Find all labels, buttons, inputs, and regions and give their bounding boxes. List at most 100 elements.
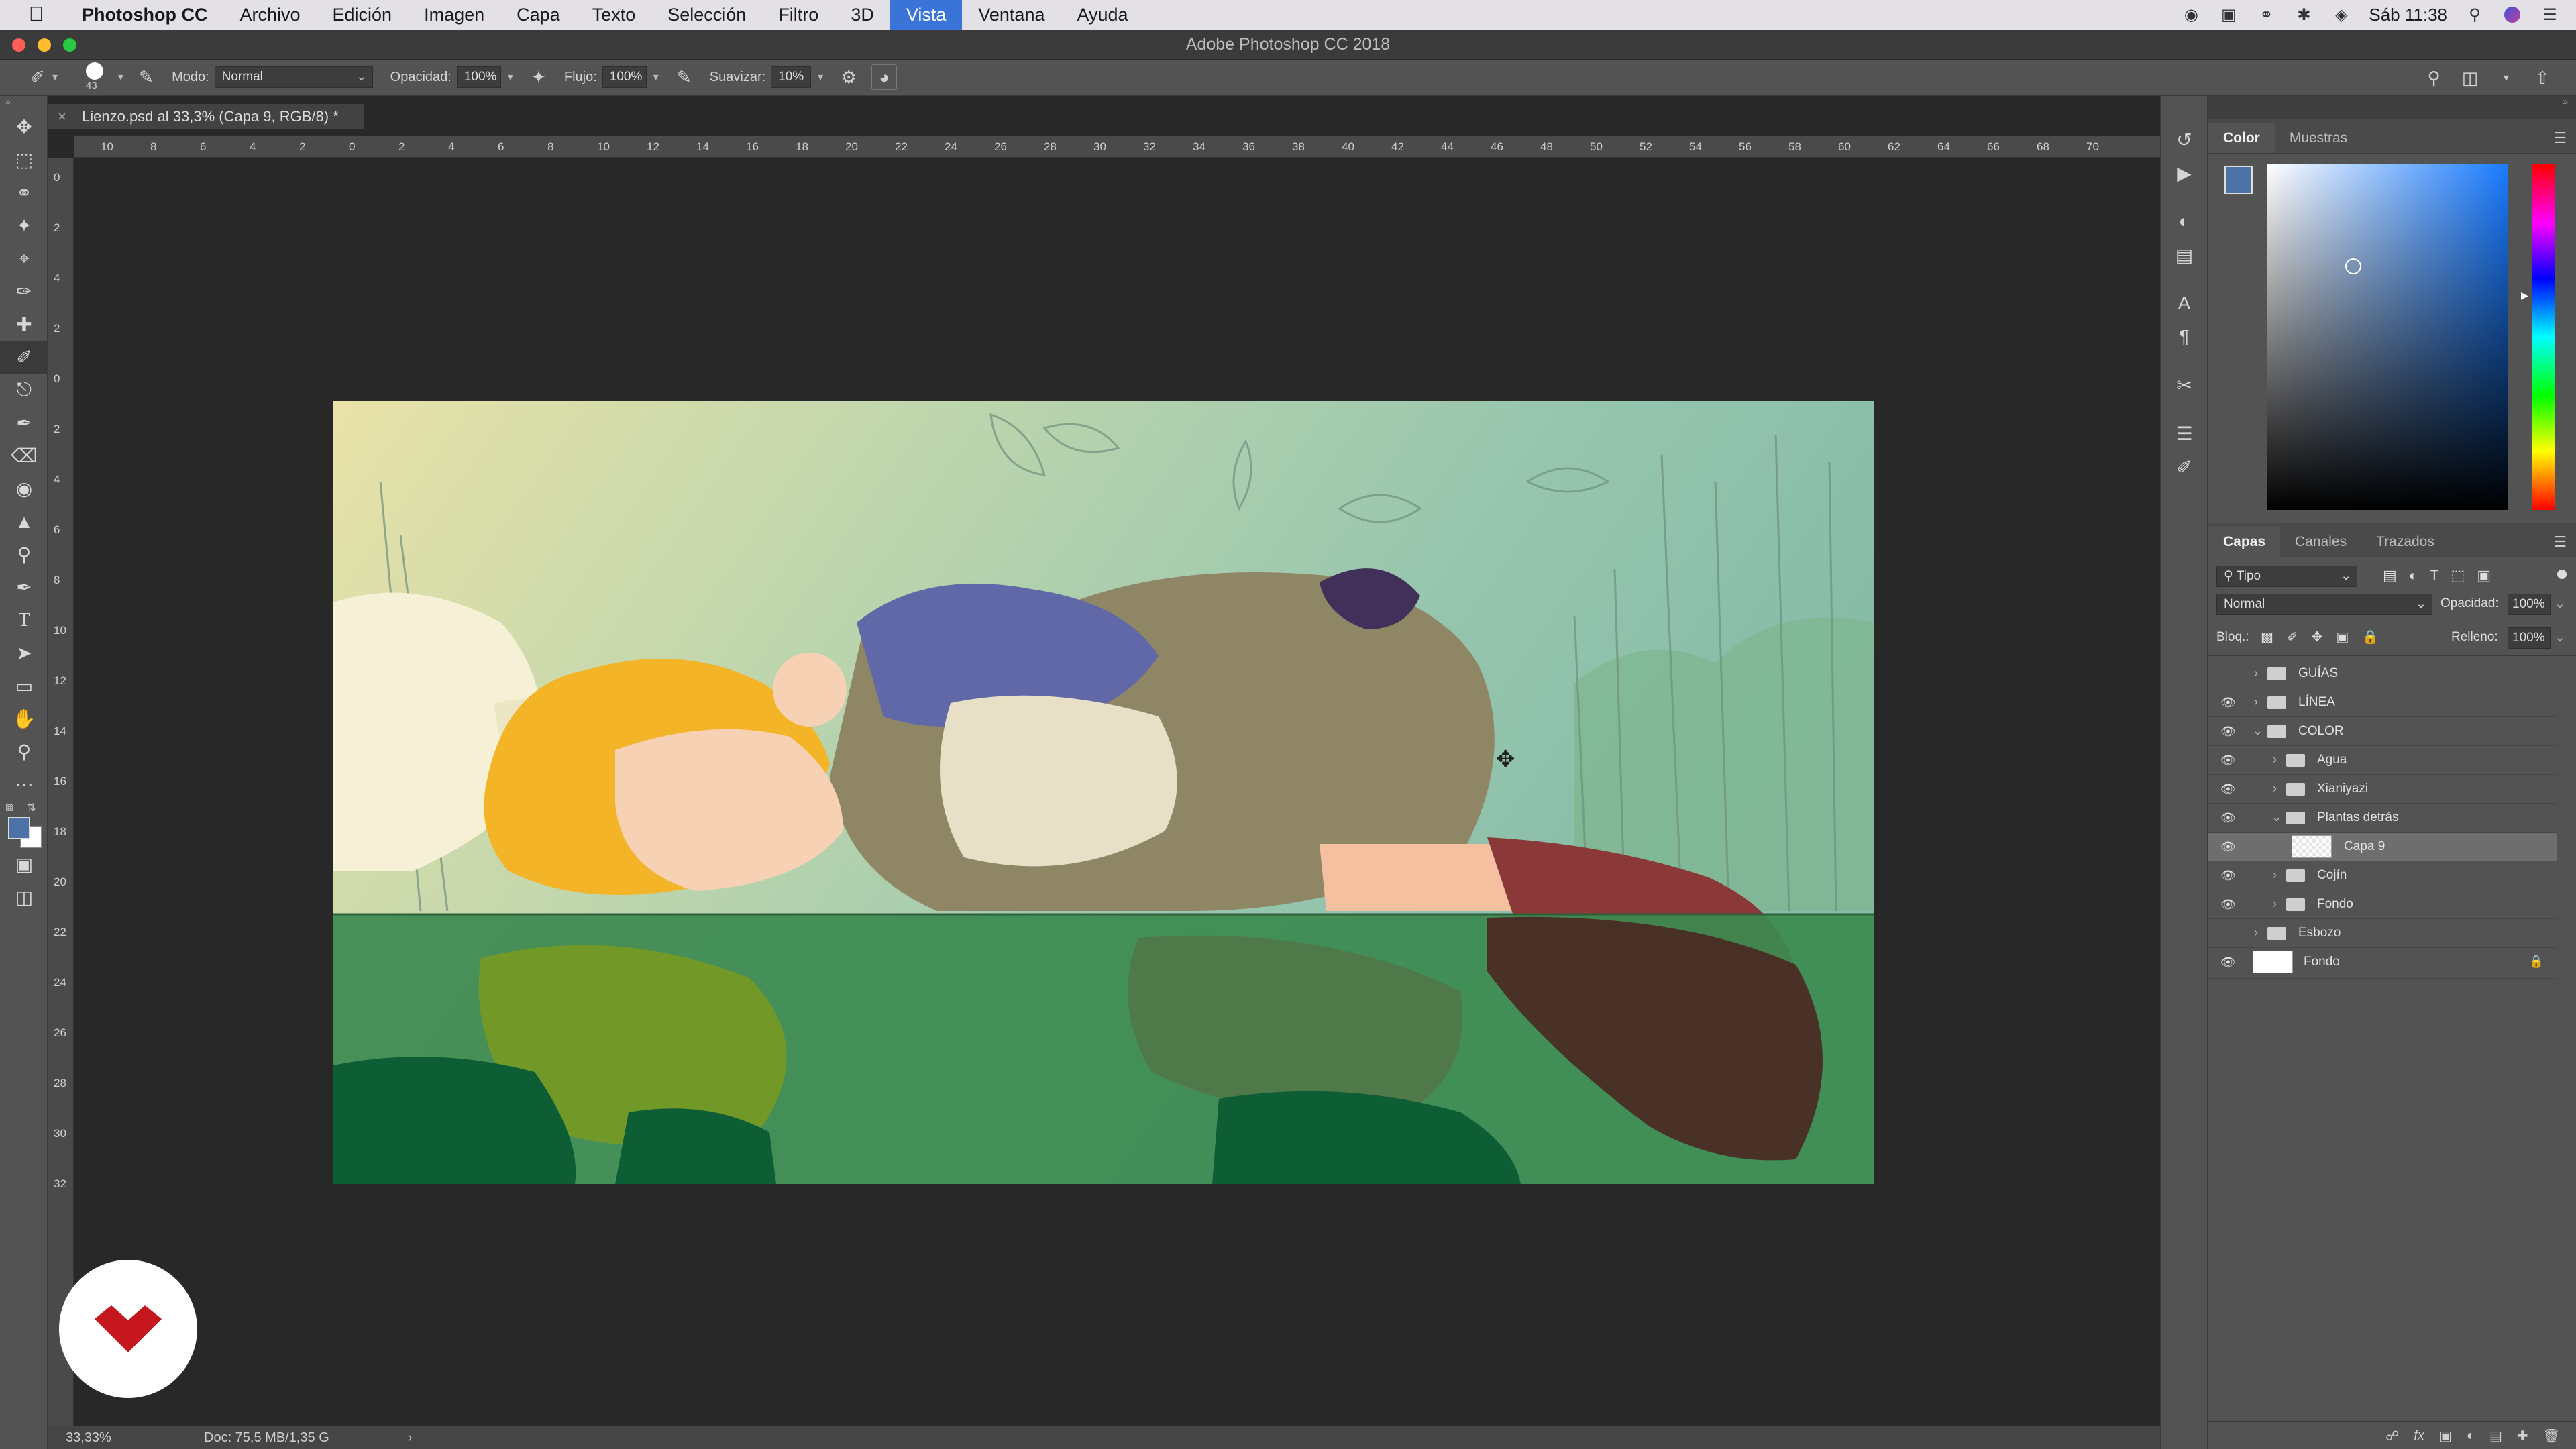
eyedropper-icon[interactable]: ✑ [0,275,48,308]
lock-icon[interactable]: 🔒 [2529,955,2544,969]
type-filter-icon[interactable]: T [2430,567,2438,584]
horizontal-ruler[interactable]: 10 8 6 4 2 0 2 4 6 8 10 12 14 16 18 20 22 24 26 28 30 32 34 36 3… [74,136,2160,158]
tab-muestras[interactable]: Muestras [2275,123,2362,153]
collapse-caret-icon[interactable]: ⌄ [2271,810,2282,824]
layer-row-color[interactable]: 👁 ⌄ COLOR [2208,717,2557,746]
crop-icon[interactable]: ⌖ [0,242,48,275]
chevron-down-icon[interactable]: ▾ [818,70,823,84]
eye-icon[interactable]: 👁 [2220,840,2238,853]
add-mask-icon[interactable]: ▣ [2439,1428,2452,1444]
move-tool-icon[interactable]: ✥ [0,111,48,144]
chevron-down-icon[interactable]: ⌄ [2555,596,2565,612]
new-group-icon[interactable]: ▤ [2489,1428,2502,1444]
siri-icon[interactable] [2502,5,2522,25]
tool-presets-icon[interactable]: ✂ [2161,368,2207,402]
brush-tool-icon[interactable]: ✐ [0,341,48,374]
clone-stamp-icon[interactable]: ⎋ [0,374,48,407]
search-icon[interactable]: ⚲ [2420,64,2447,91]
new-layer-icon[interactable]: ✚ [2517,1428,2528,1444]
menu-3d[interactable]: 3D [835,0,890,30]
magic-wand-icon[interactable]: ✦ [0,209,48,242]
lock-all-icon[interactable]: 🔒 [2362,629,2379,645]
layer-row-cojin[interactable]: 👁 › Cojín [2208,861,2557,890]
layer-row-guias[interactable]: › GUÍAS [2208,659,2557,688]
chevron-down-icon[interactable]: ⌄ [2555,630,2565,645]
menu-imagen[interactable]: Imagen [408,0,500,30]
dodge-icon[interactable]: ⚲ [0,538,48,571]
menu-archivo[interactable]: Archivo [223,0,316,30]
layer-filter-select[interactable]: ⚲ Tipo ⌄ [2216,566,2357,587]
swap-colors-icon[interactable]: ⇅ [27,801,36,814]
mode-select[interactable]: Normal ⌄ [214,66,373,88]
eye-icon[interactable]: 👁 [2220,782,2238,796]
expand-caret-icon[interactable]: › [2273,897,2277,911]
adjustments-panel-icon[interactable]: ◐ [2161,205,2207,238]
layer-row-esbozo[interactable]: › Esbozo [2208,919,2557,948]
blur-icon[interactable]: ▲ [0,505,48,538]
eye-icon[interactable]: 👁 [2220,811,2238,824]
paint-bucket-icon[interactable]: ◉ [0,472,48,505]
fill-input[interactable]: 100% [2508,627,2551,649]
adjustment-layer-icon[interactable]: ◐ [2467,1428,2475,1444]
hue-slider-handle-icon[interactable]: ▶ [2521,290,2528,301]
layer-row-capa-9[interactable]: 👁 Capa 9 [2208,833,2557,861]
rectangle-shape-icon[interactable]: ▭ [0,669,48,702]
eye-icon[interactable]: 👁 [2220,724,2238,738]
default-colors-icon[interactable]: ▩ [5,801,14,812]
quick-mask-icon[interactable]: ▣ [0,848,48,881]
menu-capa[interactable]: Capa [500,0,576,30]
expand-caret-icon[interactable]: › [2254,666,2258,680]
shape-filter-icon[interactable]: ⬚ [2451,567,2465,584]
eye-icon[interactable]: 👁 [2220,753,2238,767]
layer-row-agua[interactable]: 👁 › Agua [2208,746,2557,775]
document-tab[interactable]: × Lienzo.psd al 33,3% (Capa 9, RGB/8) * [48,104,364,129]
zoom-tool-icon[interactable]: ⚲ [0,735,48,768]
wifi-icon[interactable]: ◈ [2331,5,2351,25]
hand-icon[interactable]: ✋ [0,702,48,735]
layer-row-plantas-detras[interactable]: 👁 ⌄ Plantas detrás [2208,804,2557,833]
lock-transparent-icon[interactable]: ▩ [2261,629,2273,645]
smoothing-input[interactable]: 10% [771,66,812,88]
expand-caret-icon[interactable]: › [2254,926,2258,940]
tab-trazados[interactable]: Trazados [2361,527,2449,557]
layer-row-fondo-group[interactable]: 👁 › Fondo [2208,890,2557,919]
type-tool-icon[interactable]: T [0,604,48,637]
share-icon[interactable]: ⇧ [2529,64,2556,91]
tab-color[interactable]: Color [2208,123,2275,153]
history-brush-icon[interactable]: ✒ [0,407,48,439]
bluetooth-icon[interactable]: ✱ [2294,5,2314,25]
chevron-down-icon[interactable]: ▾ [2493,64,2520,91]
expand-caret-icon[interactable]: › [2273,868,2277,882]
rectangular-marquee-icon[interactable]: ⬚ [0,144,48,176]
brush-size-picker[interactable]: 43 [78,59,111,95]
blend-mode-select[interactable]: Normal ⌄ [2216,594,2432,615]
chevron-down-icon[interactable]: ▾ [508,70,513,84]
collapse-toolbar-icon[interactable]: » [0,96,47,111]
panel-menu-icon[interactable]: ☰ [2553,123,2567,153]
healing-brush-icon[interactable]: ✚ [0,308,48,341]
notification-center-icon[interactable]: ☰ [2540,5,2560,25]
menu-edicion[interactable]: Edición [317,0,409,30]
pressure-size-icon[interactable]: ◕ [871,64,898,90]
document-canvas[interactable] [333,401,1874,1184]
minimize-window-icon[interactable] [38,38,51,52]
color-field[interactable] [2267,164,2508,510]
layer-row-fondo-background[interactable]: 👁 Fondo 🔒 [2208,948,2557,979]
eye-icon[interactable]: 👁 [2220,955,2238,969]
menu-ventana[interactable]: Ventana [962,0,1061,30]
layer-row-linea[interactable]: 👁 › LÍNEA [2208,688,2557,717]
layer-opacity-input[interactable]: 100% [2508,594,2551,615]
menubar-clock[interactable]: Sáb 11:38 [2369,5,2447,25]
apple-menu-icon[interactable]:  [23,3,50,26]
pressure-opacity-icon[interactable]: ✦ [525,64,552,91]
character-panel-icon[interactable]: A [2161,286,2207,320]
expand-caret-icon[interactable]: › [2273,753,2277,767]
foreground-color-swatch[interactable] [8,817,30,839]
panel-menu-icon[interactable]: ☰ [2553,527,2567,557]
color-picker-handle[interactable] [2345,258,2361,274]
zoom-level[interactable]: 33,33% [66,1426,111,1449]
expand-caret-icon[interactable]: › [2254,695,2258,709]
lock-artboard-icon[interactable]: ▣ [2336,629,2349,645]
pen-icon[interactable]: ✒ [0,571,48,604]
zoom-window-icon[interactable] [63,38,76,52]
